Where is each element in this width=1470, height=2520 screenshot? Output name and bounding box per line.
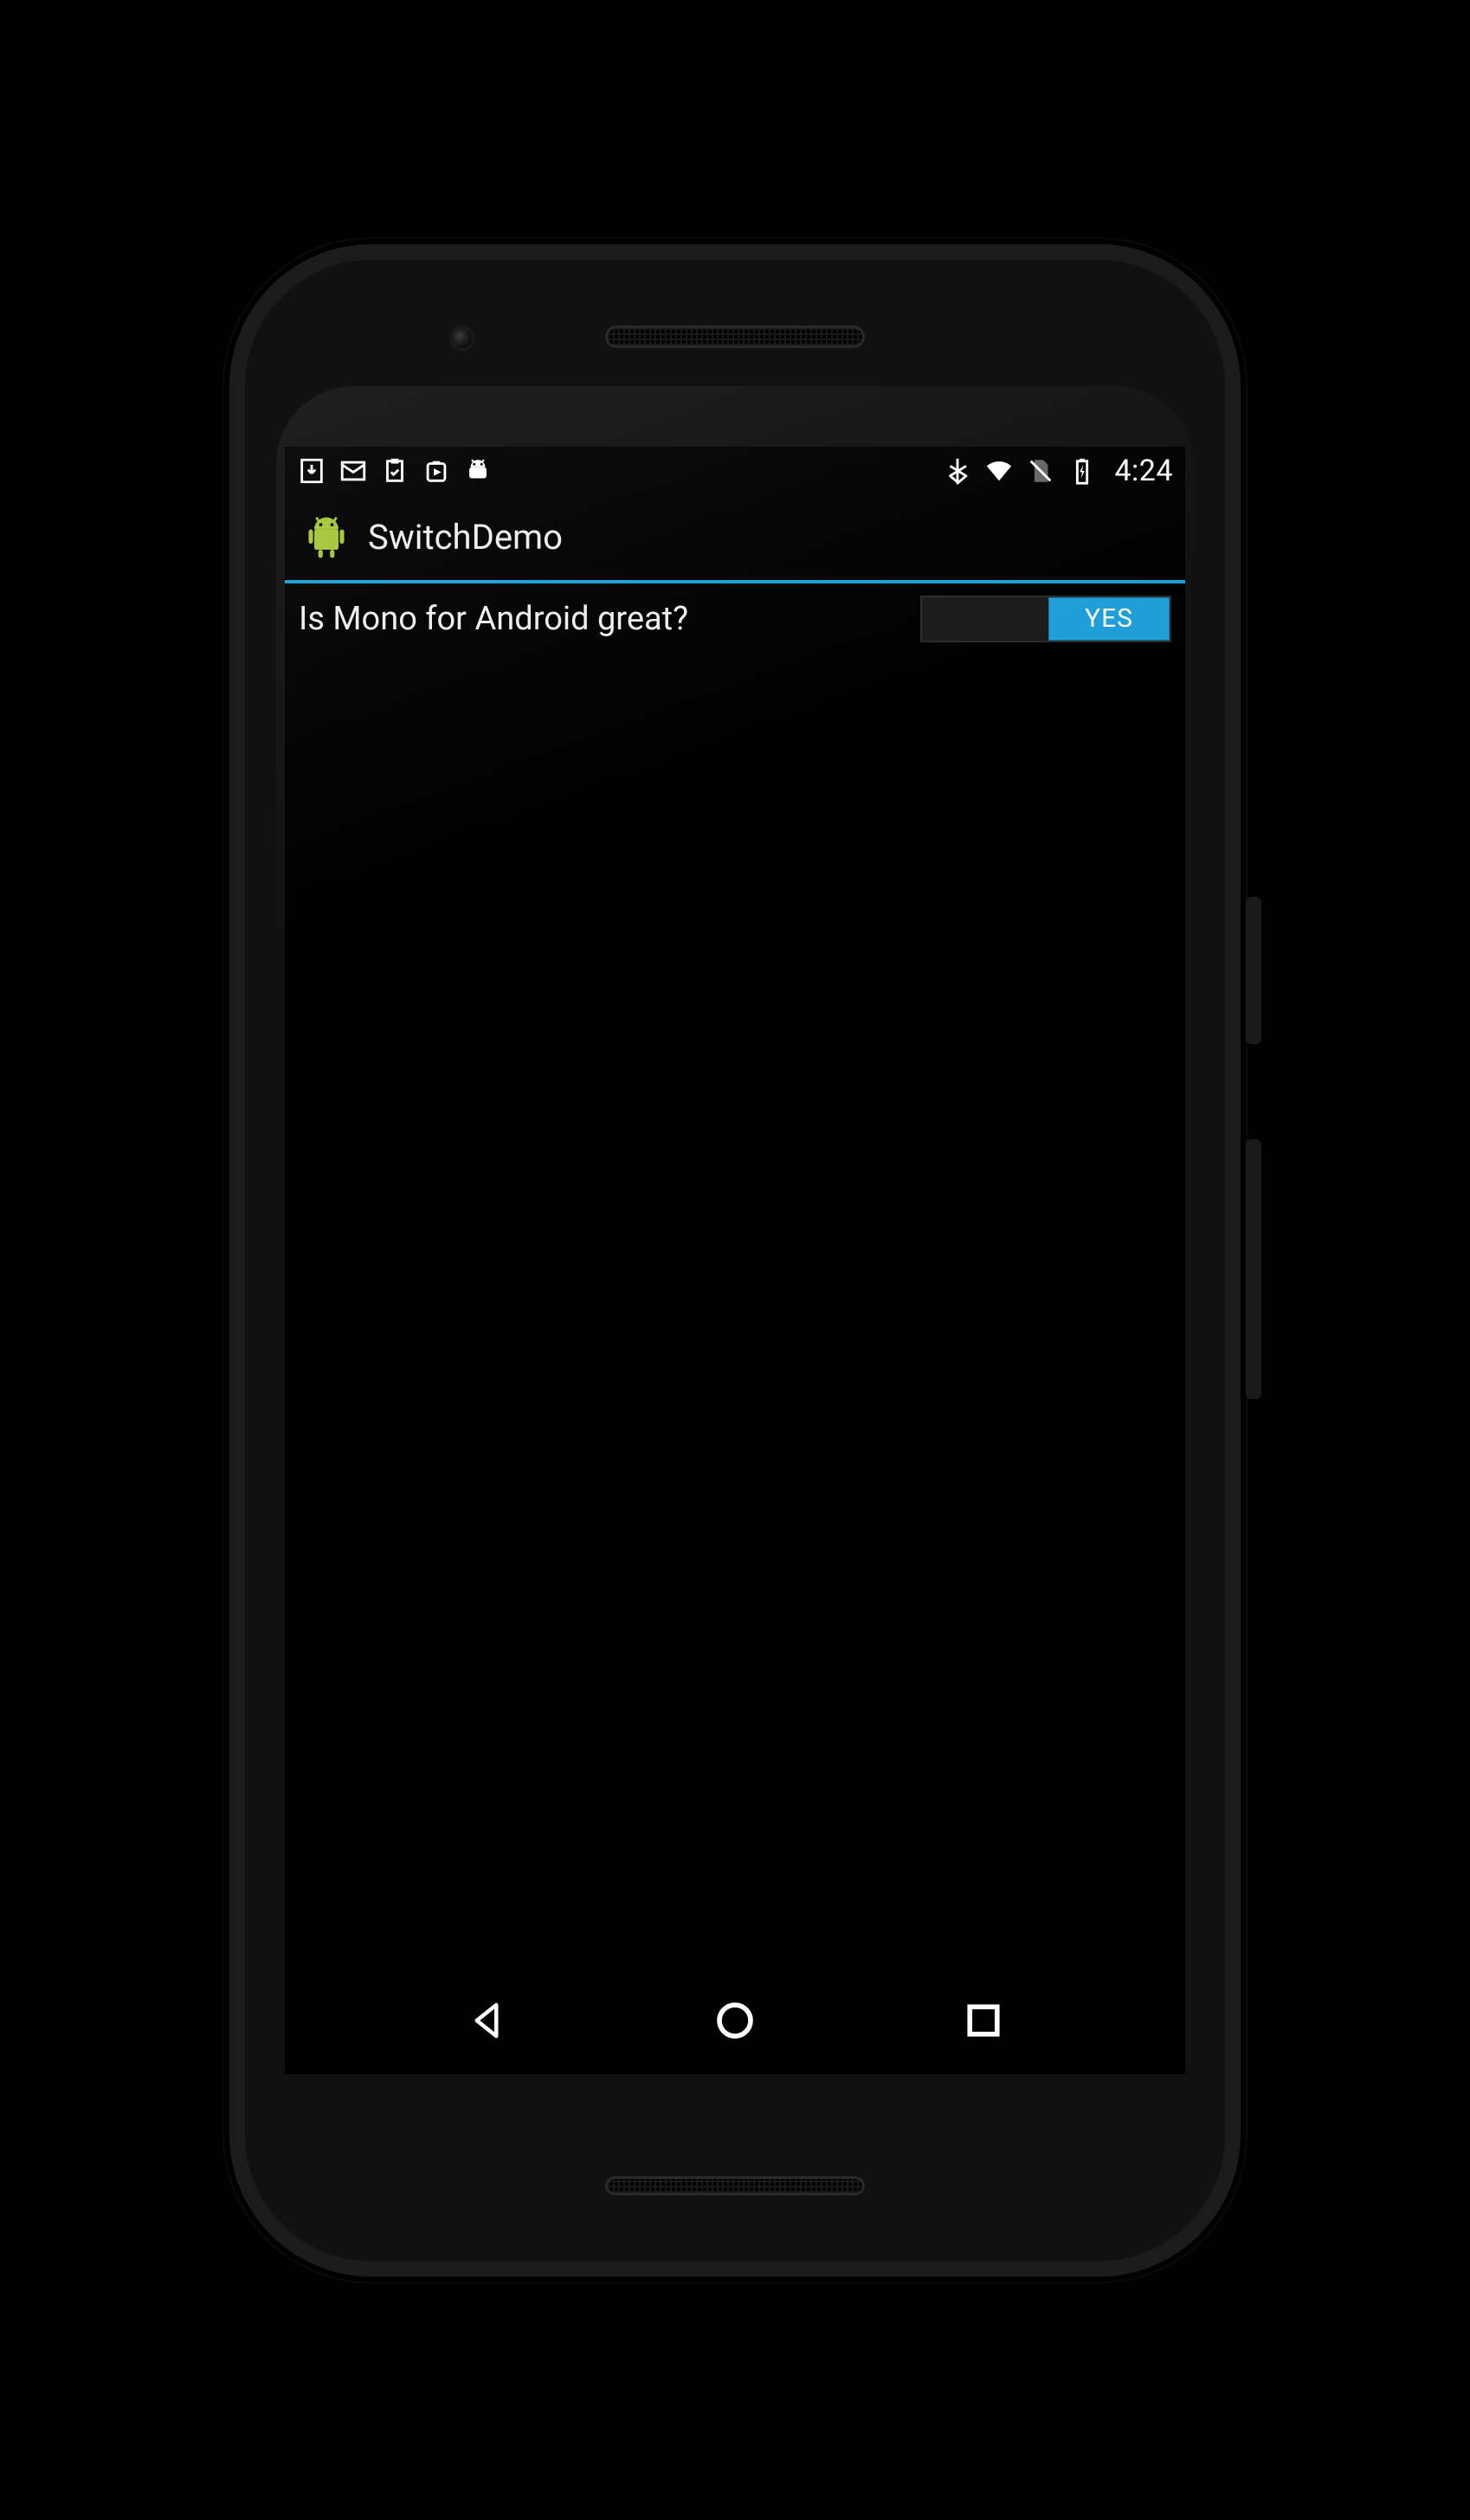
download-icon: [297, 456, 326, 486]
device-frame: 4:24: [224, 239, 1246, 2282]
device-bottom-speaker: [605, 2176, 865, 2195]
app-title: SwitchDemo: [368, 517, 563, 557]
android-debug-icon: [463, 456, 493, 486]
switch-on-label: YES: [1085, 603, 1133, 634]
status-bar[interactable]: 4:24: [285, 447, 1185, 495]
wifi-icon: [984, 456, 1014, 486]
android-robot-icon: [302, 513, 351, 562]
device-front-camera: [449, 325, 475, 351]
device-earpiece: [605, 325, 865, 348]
action-bar: SwitchDemo: [285, 495, 1185, 583]
switch-track-off: [922, 597, 1048, 641]
play-store-icon: [422, 456, 451, 486]
app-content: Is Mono for Android great? YES: [285, 583, 1185, 654]
nav-recents-button[interactable]: [943, 1980, 1024, 2065]
status-bar-clock: 4:24: [1109, 454, 1173, 488]
nav-back-button[interactable]: [446, 1980, 527, 2065]
switch-question-label: Is Mono for Android great?: [299, 600, 688, 638]
battery-charging-icon: [1067, 456, 1097, 486]
device-volume-button: [1246, 1139, 1261, 1399]
switch-thumb-on: YES: [1048, 597, 1170, 641]
device-screen: 4:24: [285, 447, 1185, 2074]
bluetooth-icon: [943, 456, 972, 486]
mono-great-switch[interactable]: YES: [920, 596, 1171, 642]
device-power-button: [1246, 897, 1261, 1044]
mail-icon: [338, 456, 368, 486]
navigation-bar: [285, 1970, 1185, 2074]
nav-home-button[interactable]: [694, 1980, 776, 2065]
no-sim-icon: [1026, 456, 1055, 486]
switch-row: Is Mono for Android great? YES: [299, 596, 1171, 642]
clipboard-check-icon: [380, 456, 409, 486]
